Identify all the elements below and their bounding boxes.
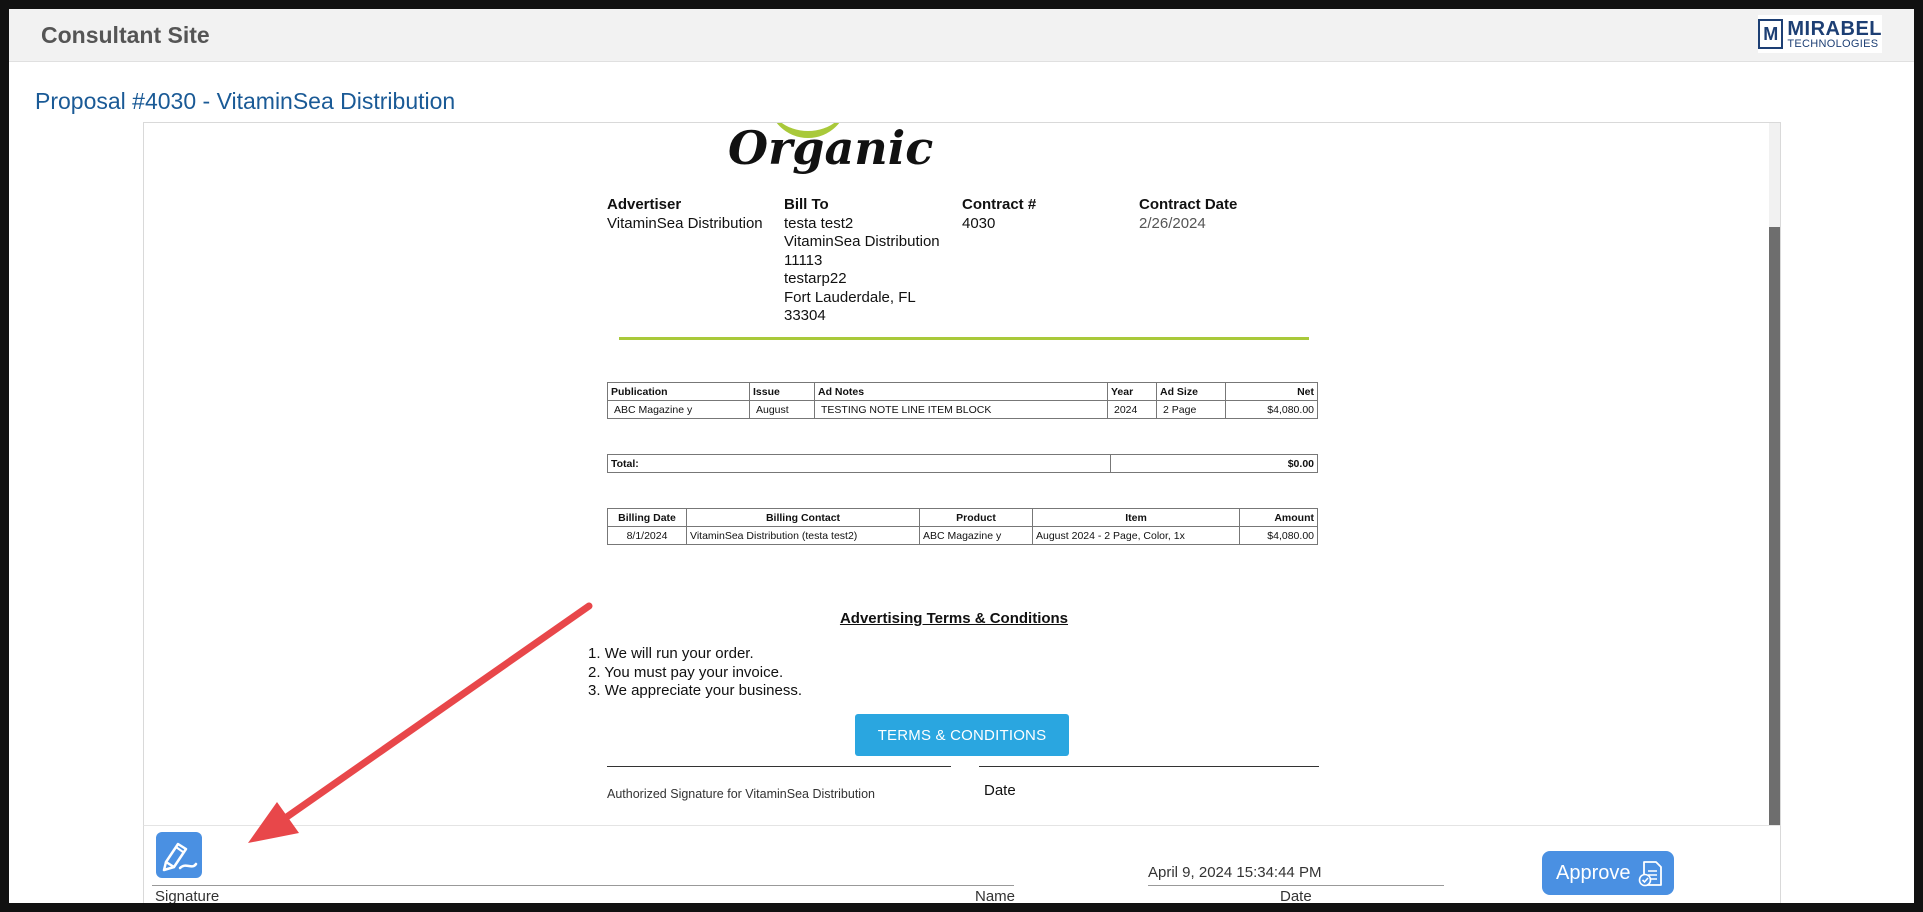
app-window: Consultant Site M MIRABEL TECHNOLOGIES P… [9, 9, 1914, 903]
annotation-arrow [248, 602, 593, 843]
